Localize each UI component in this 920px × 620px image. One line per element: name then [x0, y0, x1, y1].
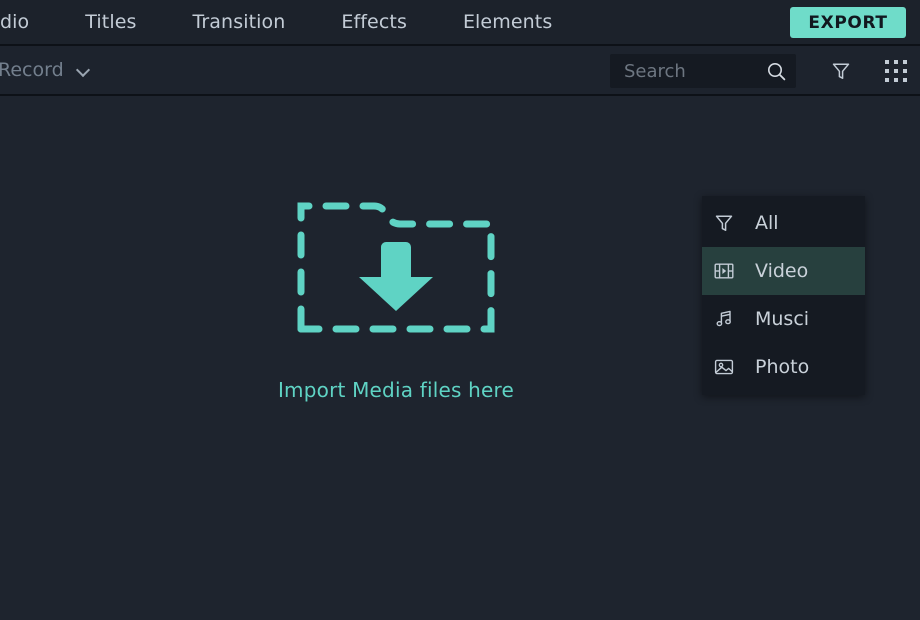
nav-tab-list: dio Titles Transition Effects Elements [0, 0, 580, 44]
nav-tab-effects[interactable]: Effects [313, 0, 435, 44]
nav-tab-audio[interactable]: dio [0, 0, 57, 44]
top-navigation-bar: dio Titles Transition Effects Elements E… [0, 0, 920, 46]
media-library-panel: Import Media files here All Video Musci … [0, 98, 920, 620]
film-strip-icon [713, 260, 743, 282]
search-input[interactable] [610, 60, 756, 82]
filter-menu-item-photo[interactable]: Photo [702, 343, 865, 391]
filter-menu-item-music[interactable]: Musci [702, 295, 865, 343]
grid-dots [885, 60, 907, 82]
filter-menu-item-video[interactable]: Video [702, 247, 865, 295]
nav-tab-transition[interactable]: Transition [164, 0, 313, 44]
media-filter-menu: All Video Musci Photo [702, 196, 865, 395]
import-media-label: Import Media files here [277, 378, 515, 402]
record-dropdown-label: Record [0, 59, 64, 81]
filter-menu-item-label: Musci [755, 308, 810, 330]
export-button[interactable]: EXPORT [790, 7, 906, 38]
filter-funnel-icon[interactable] [824, 54, 858, 88]
chevron-down-icon [77, 64, 90, 77]
filter-funnel-icon [713, 212, 743, 234]
nav-tab-titles[interactable]: Titles [57, 0, 164, 44]
grid-view-icon[interactable] [879, 54, 913, 88]
photo-image-icon [713, 356, 743, 378]
filter-menu-item-label: All [755, 212, 779, 234]
filter-menu-item-label: Video [755, 260, 809, 282]
import-media-dropzone[interactable]: Import Media files here [0, 98, 792, 498]
folder-download-icon [296, 194, 496, 334]
search-icon[interactable] [756, 62, 796, 81]
search-box[interactable] [610, 54, 796, 88]
filter-menu-item-label: Photo [755, 356, 810, 378]
music-note-icon [713, 308, 743, 330]
record-dropdown[interactable]: Record [0, 55, 96, 85]
nav-tab-elements[interactable]: Elements [435, 0, 580, 44]
media-toolbar: Record [0, 46, 920, 96]
filter-menu-item-all[interactable]: All [702, 199, 865, 247]
